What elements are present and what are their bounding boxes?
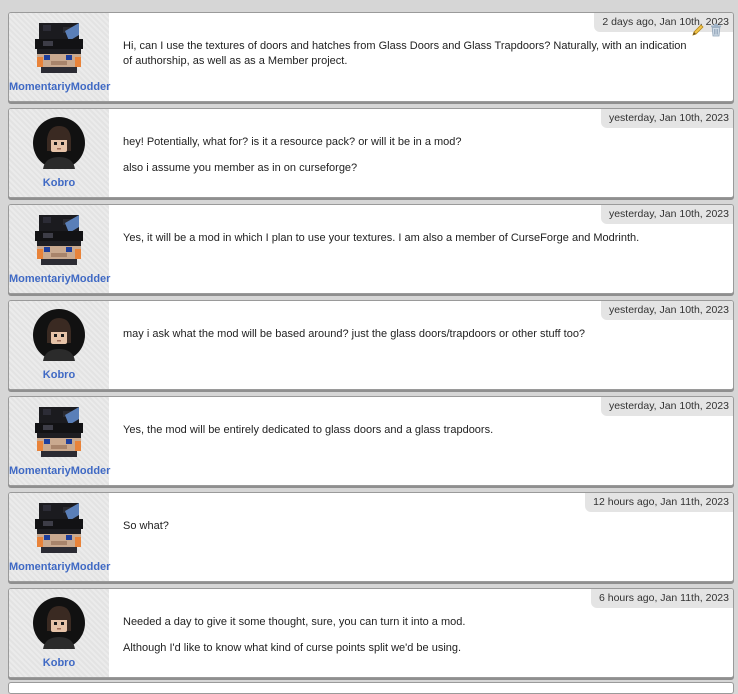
- message-timestamp: 6 hours ago, Jan 11th, 2023: [591, 589, 733, 608]
- message-body: Yes, the mod will be entirely dedicated …: [123, 423, 693, 449]
- message-body: Yes, it will be a mod in which I plan to…: [123, 231, 693, 257]
- blocky-skin-icon[interactable]: [33, 213, 85, 265]
- message-text: Yes, the mod will be entirely dedicated …: [123, 424, 494, 436]
- trash-icon[interactable]: [709, 23, 723, 37]
- message-body: may i ask what the mod will be based aro…: [123, 327, 693, 353]
- author-panel: Kobro: [9, 109, 109, 197]
- message-text: Needed a day to give it some thought, su…: [123, 616, 466, 628]
- next-message-card-edge: [8, 682, 734, 694]
- dark-hair-avatar-icon[interactable]: [33, 309, 85, 361]
- message-timestamp: 12 hours ago, Jan 11th, 2023: [585, 493, 733, 512]
- author-link[interactable]: MomentariyModder: [9, 561, 110, 573]
- message-timestamp: yesterday, Jan 10th, 2023: [600, 301, 733, 320]
- message-timestamp: yesterday, Jan 10th, 2023: [600, 397, 733, 416]
- message-card: MomentariyModder yesterday, Jan 10th, 202…: [8, 204, 734, 294]
- message-text: Yes, it will be a mod in which I plan to…: [123, 232, 640, 244]
- edit-icon[interactable]: [691, 23, 705, 37]
- author-link[interactable]: MomentariyModder: [9, 273, 110, 285]
- message-text: hey! Potentially, what for? is it a reso…: [123, 136, 462, 148]
- message-actions: [691, 23, 723, 37]
- author-panel: MomentariyModder: [9, 397, 110, 485]
- author-link[interactable]: Kobro: [9, 657, 109, 669]
- author-link[interactable]: Kobro: [9, 369, 109, 381]
- author-link[interactable]: MomentariyModder: [9, 81, 110, 93]
- dark-hair-avatar-icon[interactable]: [33, 117, 85, 169]
- message-card: MomentariyModder 12 hours ago, Jan 11th, …: [8, 492, 734, 582]
- message-body: hey! Potentially, what for? is it a reso…: [123, 135, 693, 187]
- message-body: So what?: [123, 519, 693, 545]
- message-text: Although I'd like to know what kind of c…: [123, 642, 462, 654]
- message-card: Kobro yesterday, Jan 10th, 2023 may i ask …: [8, 300, 734, 390]
- blocky-skin-icon[interactable]: [33, 405, 85, 457]
- author-panel: MomentariyModder: [9, 205, 110, 293]
- author-panel: MomentariyModder: [9, 13, 110, 101]
- message-card: Kobro yesterday, Jan 10th, 2023 hey! Poten…: [8, 108, 734, 198]
- author-panel: MomentariyModder: [9, 493, 110, 581]
- author-panel: Kobro: [9, 301, 109, 389]
- message-text: also i assume you member as in on cursef…: [123, 162, 358, 174]
- message-text: So what?: [123, 520, 169, 532]
- author-link[interactable]: MomentariyModder: [9, 465, 110, 477]
- message-card: Kobro 6 hours ago, Jan 11th, 2023 Needed a…: [8, 588, 734, 678]
- message-text: Hi, can I use the textures of doors and …: [123, 40, 687, 67]
- author-link[interactable]: Kobro: [9, 177, 109, 189]
- message-card: MomentariyModder yesterday, Jan 10th, 202…: [8, 396, 734, 486]
- message-card: MomentariyModder 2 days ago, Jan 10th, 20…: [8, 12, 734, 102]
- message-body: Needed a day to give it some thought, su…: [123, 615, 693, 667]
- author-panel: Kobro: [9, 589, 109, 677]
- blocky-skin-icon[interactable]: [33, 501, 85, 553]
- blocky-skin-icon[interactable]: [33, 21, 85, 73]
- dark-hair-avatar-icon[interactable]: [33, 597, 85, 649]
- message-timestamp: yesterday, Jan 10th, 2023: [600, 205, 733, 224]
- message-text: may i ask what the mod will be based aro…: [123, 328, 586, 340]
- message-thread: MomentariyModder 2 days ago, Jan 10th, 20…: [0, 0, 738, 694]
- message-timestamp: yesterday, Jan 10th, 2023: [600, 109, 733, 128]
- message-body: Hi, can I use the textures of doors and …: [123, 39, 693, 80]
